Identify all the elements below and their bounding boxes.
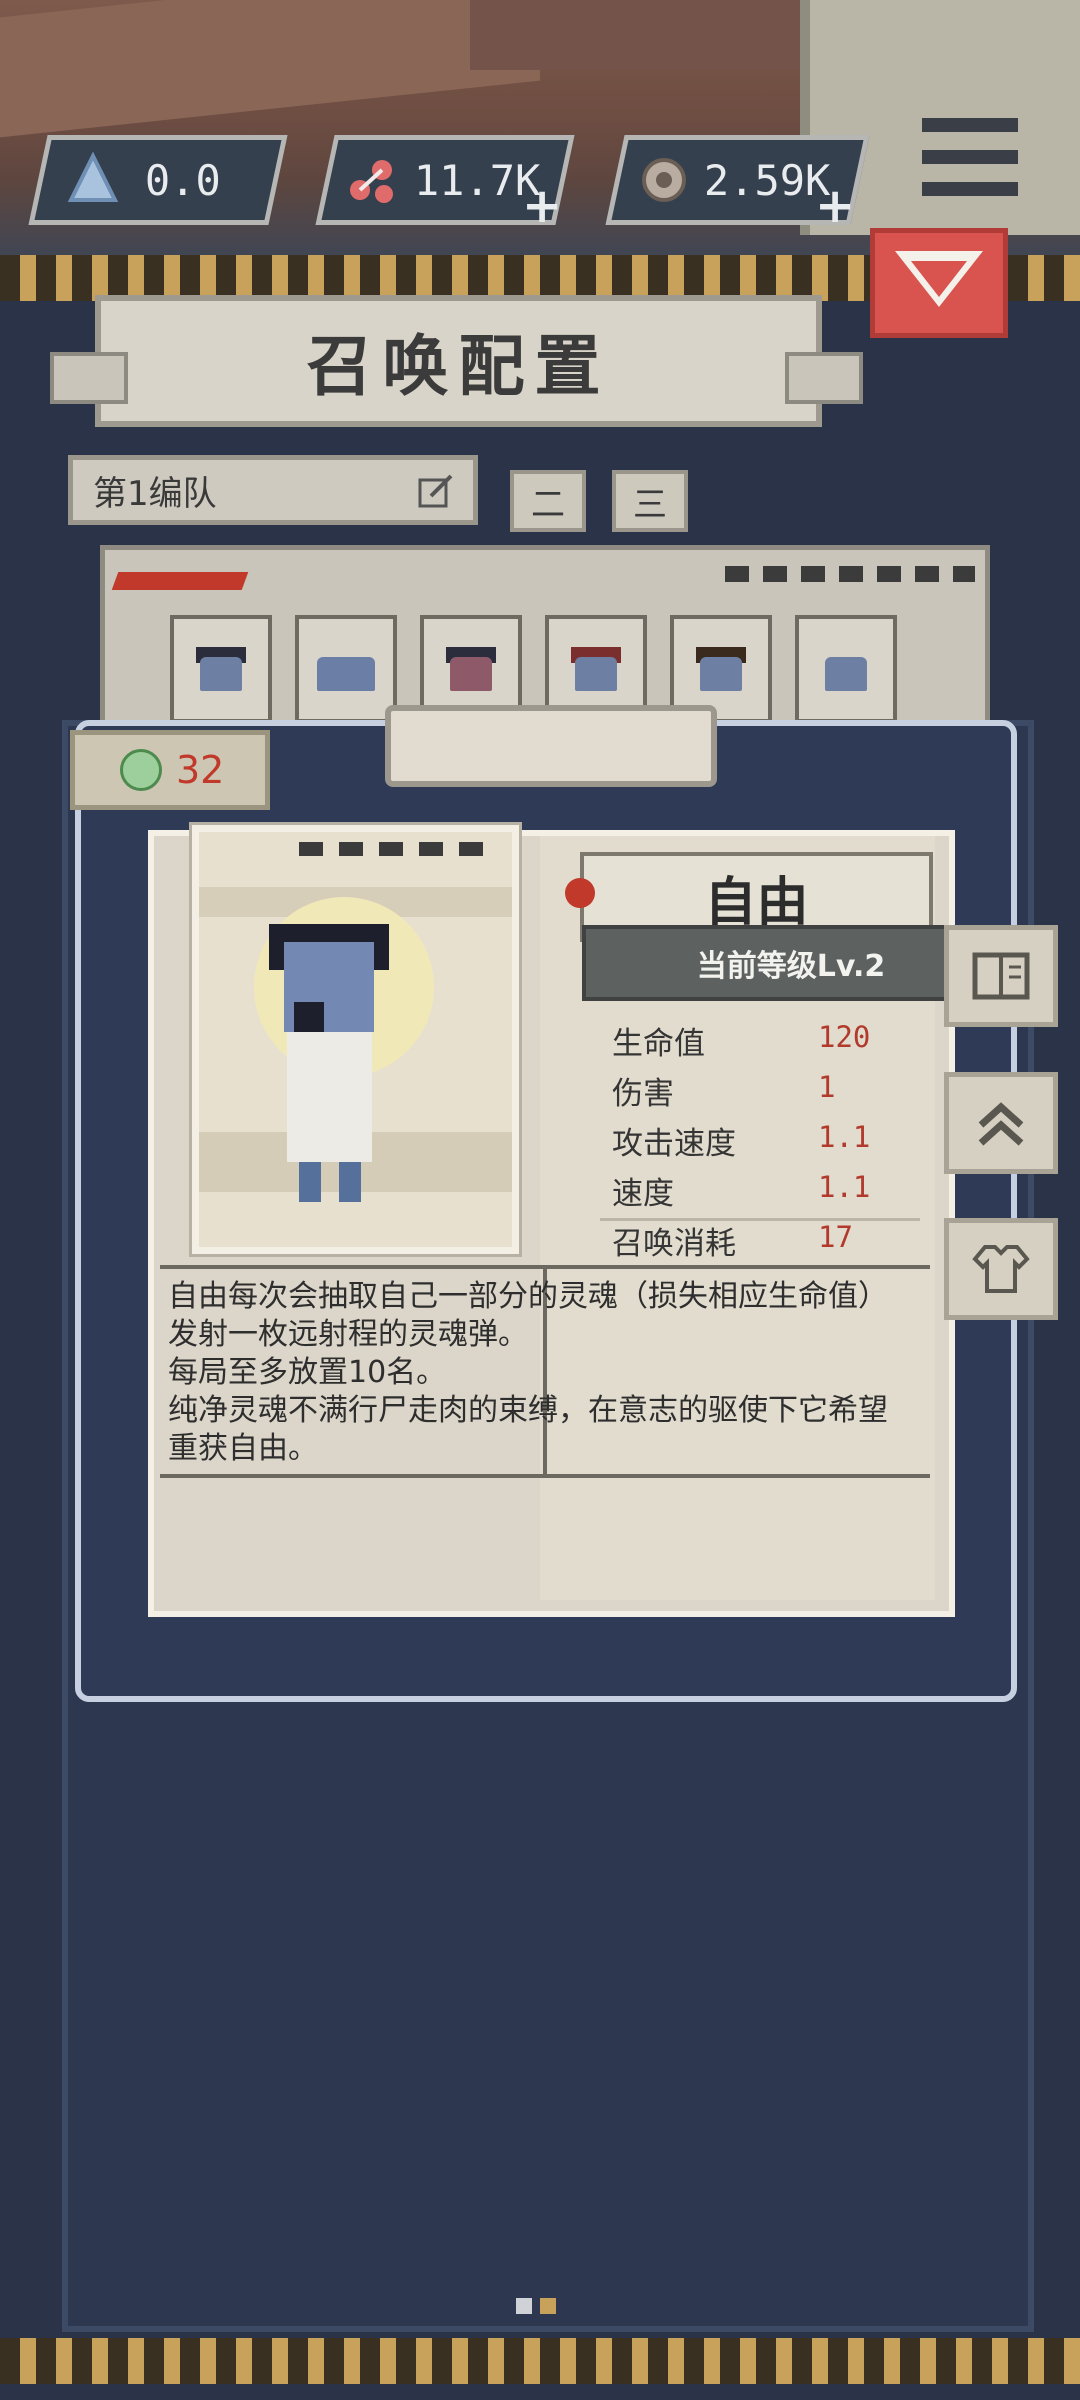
page-indicator: [516, 2298, 566, 2318]
title-panel: 召唤配置: [95, 295, 822, 427]
collapse-button[interactable]: [870, 228, 1008, 338]
roster-unit-slot[interactable]: [295, 615, 397, 723]
add-flesh-button[interactable]: +: [522, 178, 562, 234]
team-label: 第1编队: [93, 473, 217, 514]
divider-strip: [0, 2338, 1080, 2384]
unit-leg: [299, 1162, 321, 1202]
menu-icon-bar: [922, 150, 1018, 164]
stat-value: 17: [818, 1220, 853, 1254]
stat-value: 1.1: [818, 1120, 871, 1154]
flesh-icon: [350, 160, 393, 203]
background-rock: [470, 0, 850, 70]
soul-icon: [642, 158, 686, 202]
title-side-tab-left: [50, 352, 128, 404]
summon-cost-value: 32: [176, 748, 225, 792]
unit-portrait: [192, 825, 519, 1254]
crystal-icon: [67, 151, 119, 202]
team-selector[interactable]: 第1编队: [68, 455, 478, 525]
roster-marker: [111, 572, 249, 590]
level-bar: 当前等级Lv.2: [582, 925, 1000, 1001]
stat-label: 召唤消耗: [612, 1226, 736, 1262]
unit-leg: [339, 1162, 361, 1202]
title-side-tab-right: [785, 352, 863, 404]
stat-label: 速度: [612, 1176, 674, 1212]
menu-icon-bar: [922, 118, 1018, 132]
roster-tape: [725, 566, 975, 582]
clip-bar: [385, 705, 717, 787]
unit-robe: [287, 1032, 372, 1162]
currency-value: 2.59K: [704, 155, 831, 205]
summon-cost-badge: 32: [70, 730, 270, 810]
stat-divider: [600, 1218, 920, 1221]
team-tab-2[interactable]: 二: [510, 470, 586, 532]
summon-point-icon: [120, 749, 162, 791]
unit-description: 自由每次会抽取自己一部分的灵魂（损失相应生命值）发射一枚远射程的灵魂弹。 每局至…: [168, 1278, 898, 1473]
menu-button[interactable]: [922, 118, 1018, 196]
stat-value: 1: [818, 1070, 836, 1104]
description-text: 自由每次会抽取自己一部分的灵魂（损失相应生命值）发射一枚远射程的灵魂弹。 每局至…: [168, 1279, 888, 1466]
description-rule: [160, 1474, 930, 1478]
page-title: 召唤配置: [306, 328, 611, 405]
unit-level: 当前等级Lv.2: [696, 949, 886, 984]
team-tab-3[interactable]: 三: [612, 470, 688, 532]
menu-icon-bar: [922, 182, 1018, 196]
chevron-inner: [911, 261, 967, 297]
page-dot: [540, 2298, 556, 2314]
outfit-icon: [972, 1245, 1030, 1293]
stat-label: 伤害: [612, 1076, 674, 1112]
stat-label: 生命值: [612, 1026, 705, 1062]
portrait-tape: [299, 842, 499, 856]
book-icon: [972, 952, 1030, 1000]
pin-icon: [565, 878, 595, 908]
stat-value: 1.1: [818, 1170, 871, 1204]
stat-value: 120: [818, 1020, 871, 1054]
unit-name: 自由: [704, 872, 809, 933]
upgrade-button[interactable]: [944, 1072, 1058, 1174]
add-soul-button[interactable]: +: [815, 178, 855, 234]
currency-value: 0.0: [145, 155, 221, 205]
edit-icon[interactable]: [415, 472, 455, 512]
roster-unit-slot[interactable]: [795, 615, 897, 723]
outfit-button[interactable]: [944, 1218, 1058, 1320]
roster-unit-slot[interactable]: [170, 615, 272, 723]
page-dot: [516, 2298, 532, 2314]
stat-label: 攻击速度: [612, 1126, 736, 1162]
codex-button[interactable]: [944, 925, 1058, 1027]
currency-crystal[interactable]: 0.0: [28, 135, 288, 225]
upgrade-icon: [978, 1102, 1024, 1146]
